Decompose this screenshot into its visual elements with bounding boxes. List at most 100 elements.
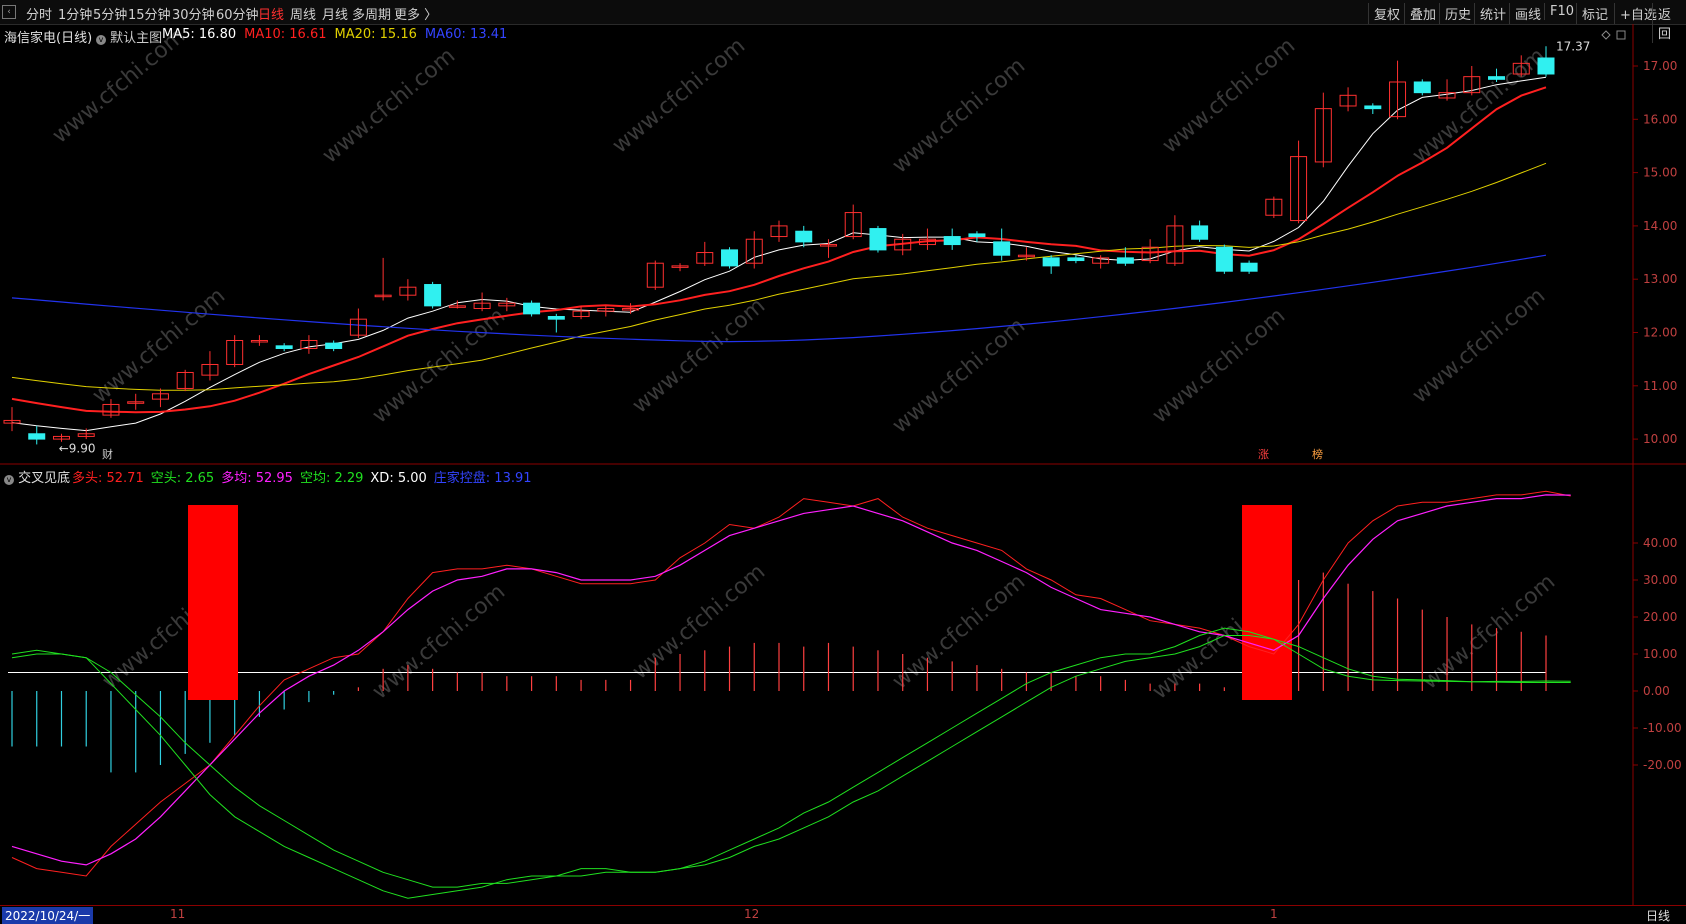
period-tab[interactable]: 60分钟 bbox=[216, 4, 259, 23]
period-tab[interactable]: 周线 bbox=[290, 4, 316, 23]
event-marker[interactable]: 财 bbox=[102, 447, 113, 461]
ma-value: MA10: 16.61 bbox=[244, 27, 327, 42]
watermark-text: www.cfchi.com bbox=[1418, 569, 1560, 694]
toolbar-button[interactable]: 画线 bbox=[1509, 3, 1546, 24]
period-tab[interactable]: 更多 〉 bbox=[394, 4, 437, 23]
time-axis-label: 1 bbox=[1270, 907, 1278, 921]
time-axis-label: 12 bbox=[744, 907, 760, 921]
watermark-text: www.cfchi.com bbox=[888, 53, 1030, 178]
chevron-down-icon: v bbox=[4, 475, 14, 485]
candle-body[interactable] bbox=[968, 233, 986, 238]
toolbar-button[interactable]: 统计 bbox=[1474, 3, 1511, 24]
toolbar-button[interactable]: 历史 bbox=[1439, 3, 1476, 24]
template-label: 默认主图 bbox=[110, 31, 163, 46]
event-marker[interactable]: 榜 bbox=[1312, 447, 1323, 461]
low-price-label: ←9.90 bbox=[59, 441, 96, 455]
period-tab[interactable]: 1分钟 bbox=[58, 4, 92, 23]
time-axis: 2022/10/24/一 11 12 1 日线 bbox=[0, 905, 1686, 924]
ma-line bbox=[11, 76, 1547, 432]
candle-body[interactable] bbox=[275, 345, 293, 349]
candle-body[interactable] bbox=[523, 302, 541, 315]
candle-body[interactable] bbox=[547, 316, 565, 320]
watermark-text: www.cfchi.com bbox=[368, 579, 510, 704]
indicator-tick-label: 10.00 bbox=[1643, 647, 1677, 661]
toolbar-button[interactable]: 复权 bbox=[1368, 3, 1405, 24]
high-price-label: 17.37 bbox=[1556, 39, 1590, 53]
indicator-tick-label: 0.00 bbox=[1643, 684, 1670, 698]
indicator-value: 空均: 2.29 bbox=[299, 471, 364, 486]
candle-body[interactable] bbox=[1488, 76, 1506, 80]
period-tab[interactable]: 分时 bbox=[26, 4, 52, 23]
chevron-down-icon: v bbox=[96, 35, 106, 45]
candle-body[interactable] bbox=[1537, 57, 1555, 75]
toolbar-button[interactable]: 标记 bbox=[1576, 3, 1613, 24]
indicator-value: 空头: 2.65 bbox=[150, 471, 215, 486]
candle-body[interactable] bbox=[1413, 81, 1431, 94]
candle-body[interactable] bbox=[1215, 246, 1233, 272]
short-line bbox=[11, 627, 1571, 899]
watermark-text: www.cfchi.com bbox=[1408, 283, 1550, 408]
period-tab[interactable]: 15分钟 bbox=[128, 4, 171, 23]
indicator-chart[interactable]: 40.00 30.00 20.00 10.00 0.00 -10.00 -20.00 www.… bbox=[0, 465, 1686, 905]
watermark-text: www.cfchi.com bbox=[1408, 43, 1550, 168]
period-tab[interactable]: 月线 bbox=[322, 4, 348, 23]
indicator-tick-label: -10.00 bbox=[1643, 721, 1682, 735]
price-tick-label: 17.00 bbox=[1643, 59, 1677, 73]
ma-value: MA5: 16.80 bbox=[162, 27, 237, 42]
candle-body[interactable] bbox=[795, 230, 813, 243]
template-dropdown[interactable]: v 默认主图 bbox=[96, 27, 162, 46]
watermark-text: www.cfchi.com bbox=[888, 313, 1030, 438]
stock-title: 海信家电(日线) bbox=[4, 31, 93, 46]
period-tab[interactable]: 30分钟 bbox=[172, 4, 215, 23]
indicator-name: 交叉见底 bbox=[18, 471, 71, 486]
indicator-header[interactable]: v 交叉见底 bbox=[4, 467, 70, 486]
indicator-tick-label: 40.00 bbox=[1643, 536, 1677, 550]
period-tab[interactable]: 日线 bbox=[258, 4, 284, 23]
candlestick-chart[interactable]: 17.00 16.00 15.00 14.00 13.00 12.00 11.00 10.00… bbox=[0, 24, 1686, 489]
toolbar-button[interactable]: F10 bbox=[1544, 3, 1579, 20]
price-tick-label: 15.00 bbox=[1643, 166, 1677, 180]
long-average-line bbox=[11, 494, 1571, 866]
price-tick-label: 12.00 bbox=[1643, 326, 1677, 340]
candle-body[interactable] bbox=[1116, 257, 1134, 264]
watermark-text: www.cfchi.com bbox=[318, 43, 460, 168]
candle-body[interactable] bbox=[993, 241, 1011, 256]
period-tab[interactable]: 5分钟 bbox=[93, 4, 127, 23]
candle-body[interactable] bbox=[1191, 225, 1209, 240]
candle-body[interactable] bbox=[869, 228, 887, 251]
candle-body[interactable] bbox=[1067, 257, 1085, 262]
buy-signal-block[interactable] bbox=[1242, 505, 1292, 700]
event-marker[interactable]: 涨 bbox=[1258, 448, 1269, 461]
candle-body[interactable] bbox=[1364, 105, 1382, 110]
price-tick-label: 10.00 bbox=[1643, 432, 1677, 446]
back-icon[interactable]: ‹ bbox=[2, 5, 16, 19]
period-indicator: 日线 bbox=[1646, 909, 1671, 923]
watermark-text: www.cfchi.com bbox=[888, 569, 1030, 694]
watermark-text: www.cfchi.com bbox=[628, 293, 770, 418]
candle-body[interactable] bbox=[325, 342, 343, 349]
toolbar-button[interactable]: 叠加 bbox=[1404, 3, 1441, 24]
buy-signal-block[interactable] bbox=[188, 505, 238, 700]
ma-value: MA20: 15.16 bbox=[334, 27, 417, 42]
candle-body[interactable] bbox=[721, 249, 739, 267]
indicator-value: XD: 5.00 bbox=[370, 471, 427, 486]
ma60-line bbox=[11, 254, 1547, 343]
period-toolbar: ‹ 分时 1分钟 5分钟 15分钟 30分钟 60分钟 日线 周线 月线 多周期 更多 〉 复权 叠加… bbox=[0, 0, 1686, 43]
indicator-value: 多头: 52.71 bbox=[72, 471, 144, 486]
candle-body[interactable] bbox=[28, 433, 46, 440]
candle-body[interactable] bbox=[943, 236, 961, 246]
period-tab[interactable]: 多周期 bbox=[352, 4, 391, 23]
long-line bbox=[11, 490, 1571, 877]
diamond-icon[interactable] bbox=[1601, 30, 1611, 40]
watermark-text: www.cfchi.com bbox=[628, 559, 770, 684]
candle-body[interactable] bbox=[1042, 257, 1060, 267]
candle-body[interactable] bbox=[1240, 262, 1258, 272]
ma-legend: MA5: 16.80 MA10: 16.61 MA20: 15.16 MA60: 13… bbox=[162, 27, 515, 42]
ma-value: MA60: 13.41 bbox=[424, 27, 508, 42]
candle-body[interactable] bbox=[424, 284, 442, 307]
indicator-legend: 多头: 52.71 空头: 2.65 多均: 52.95 空均: 2.29 XD: 5.… bbox=[72, 467, 539, 486]
watermark-text: www.cfchi.com bbox=[1148, 303, 1290, 428]
price-tick-label: 14.00 bbox=[1643, 219, 1677, 233]
time-axis-label: 11 bbox=[170, 907, 186, 921]
panel-menu-icon[interactable] bbox=[1616, 30, 1626, 40]
